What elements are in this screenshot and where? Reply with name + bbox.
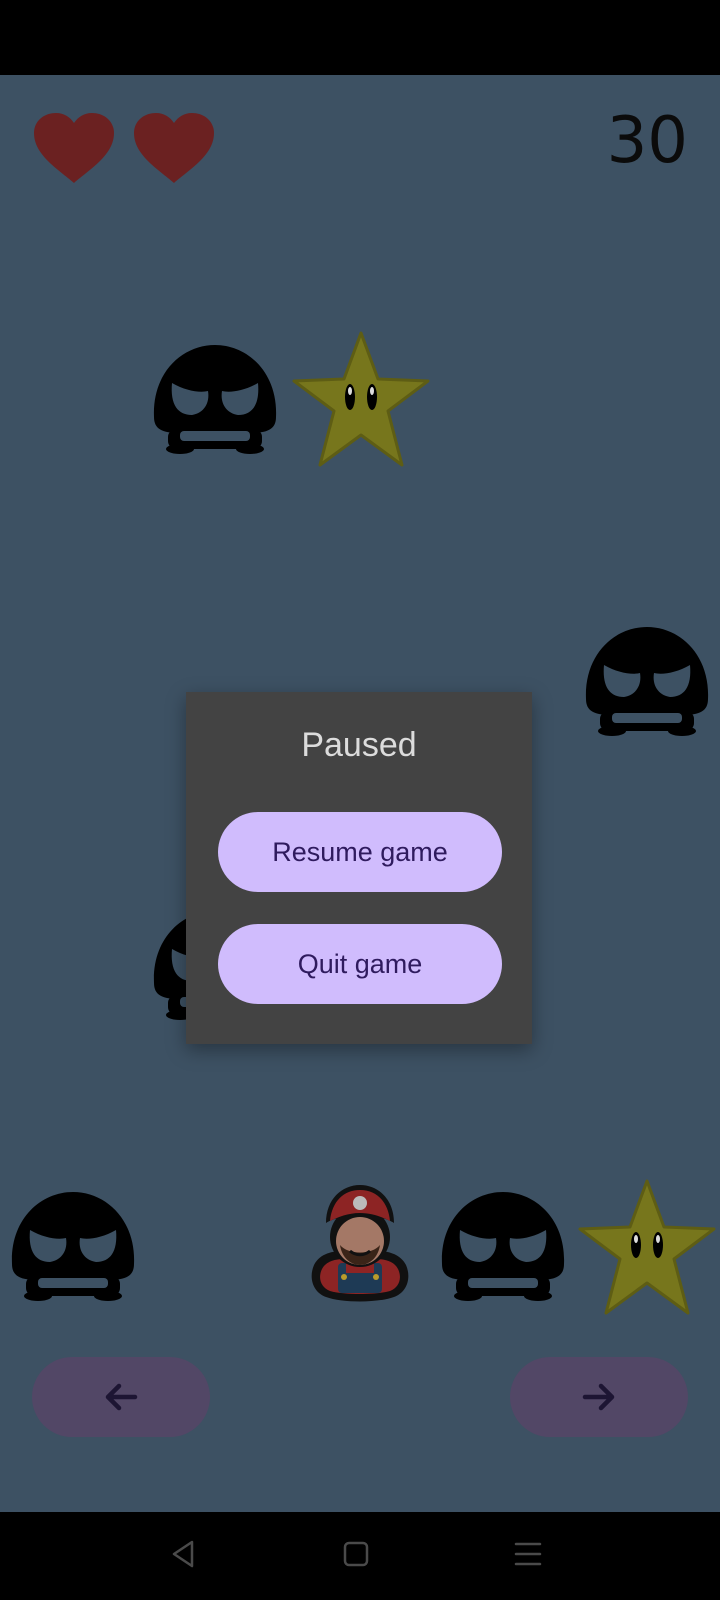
goomba-enemy — [8, 1190, 138, 1302]
menu-icon[interactable] — [508, 1534, 548, 1574]
system-nav-bar — [0, 1512, 720, 1600]
quit-game-button[interactable]: Quit game — [218, 924, 502, 1004]
player-character — [311, 1185, 409, 1302]
home-icon[interactable] — [336, 1534, 376, 1574]
resume-game-button[interactable]: Resume game — [218, 812, 502, 892]
arrow-left-icon — [105, 1383, 138, 1411]
goomba-enemy — [438, 1190, 568, 1302]
move-left-button[interactable] — [32, 1357, 210, 1437]
arrow-right-icon — [582, 1383, 615, 1411]
pause-dialog: Paused Resume game Quit game — [186, 692, 532, 1044]
score-counter: 30 — [606, 104, 688, 178]
game-area: 30 Paused Resume game Quit game — [0, 75, 720, 1512]
goomba-enemy — [150, 343, 280, 455]
heart-icon — [34, 113, 114, 183]
heart-icon — [134, 113, 214, 183]
dialog-title: Paused — [301, 726, 417, 764]
move-right-button[interactable] — [510, 1357, 688, 1437]
star-pickup — [290, 331, 432, 469]
star-pickup — [576, 1179, 718, 1317]
back-icon[interactable] — [164, 1534, 204, 1574]
status-bar — [0, 0, 720, 75]
goomba-enemy — [582, 625, 712, 737]
